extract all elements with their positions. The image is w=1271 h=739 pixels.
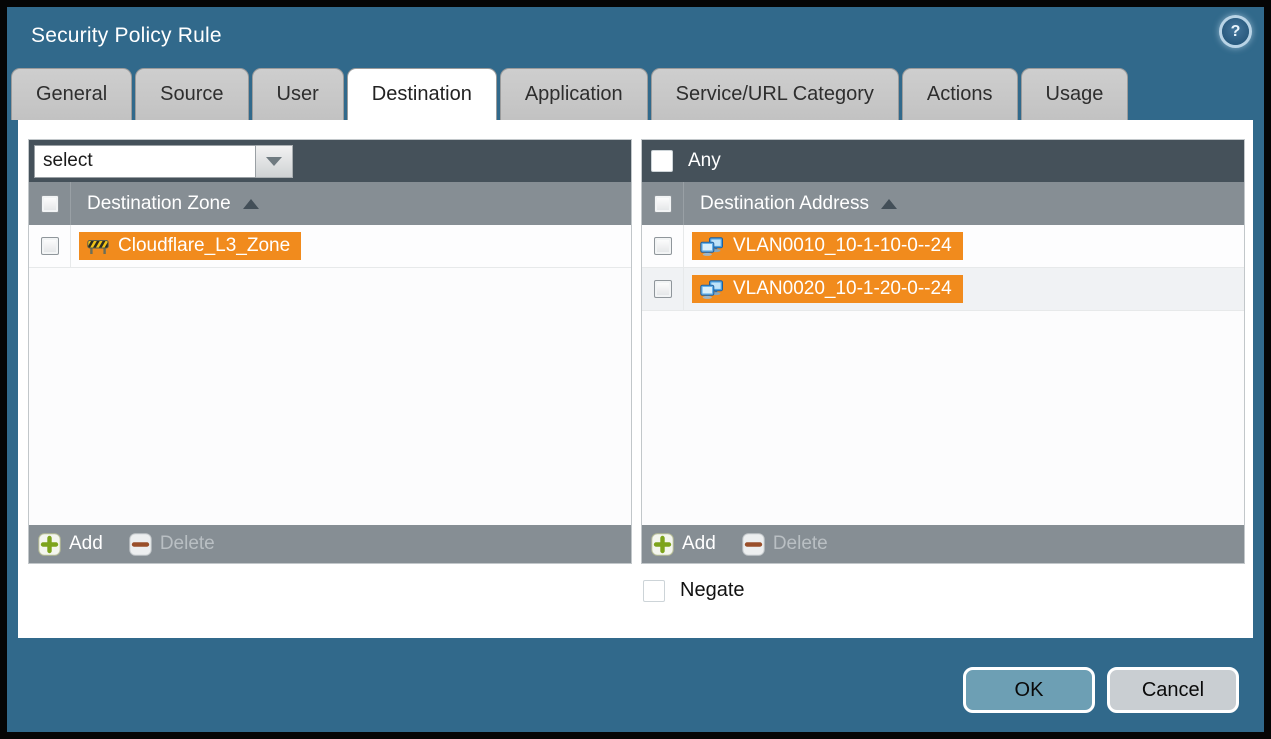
sort-ascending-icon[interactable] — [881, 199, 897, 209]
add-icon — [38, 533, 61, 556]
zone-select-all-checkbox[interactable] — [41, 195, 59, 213]
zone-list: Cloudflare_L3_Zone — [29, 225, 631, 525]
dialog-window: Security Policy Rule ? General Source Us… — [7, 7, 1264, 732]
address-row-checkbox[interactable] — [654, 237, 672, 255]
address-row-checkbox[interactable] — [654, 280, 672, 298]
add-button-label: Add — [682, 533, 716, 555]
negate-option: Negate — [643, 579, 745, 602]
zone-footer-toolbar: Add Delete — [29, 525, 631, 563]
negate-label: Negate — [680, 579, 745, 602]
any-checkbox[interactable] — [651, 150, 673, 172]
tab-service-url-category[interactable]: Service/URL Category — [651, 68, 899, 120]
table-row[interactable]: VLAN0020_10-1-20-0--24 — [642, 268, 1244, 311]
table-row[interactable]: VLAN0010_10-1-10-0--24 — [642, 225, 1244, 268]
page-title: Security Policy Rule — [31, 24, 222, 48]
destination-address-panel: Any Destination Address — [641, 139, 1245, 564]
zone-table-header: Destination Zone — [29, 182, 631, 225]
zone-select-dropdown-button[interactable] — [256, 145, 293, 178]
address-network-icon — [700, 280, 724, 299]
tab-bar: General Source User Destination Applicat… — [11, 68, 1128, 120]
zone-chip[interactable]: Cloudflare_L3_Zone — [79, 232, 301, 260]
table-row[interactable]: Cloudflare_L3_Zone — [29, 225, 631, 268]
tab-user[interactable]: User — [252, 68, 344, 120]
tab-actions[interactable]: Actions — [902, 68, 1018, 120]
address-select-all-checkbox[interactable] — [654, 195, 672, 213]
address-chip[interactable]: VLAN0010_10-1-10-0--24 — [692, 232, 963, 260]
address-column-header[interactable]: Destination Address — [700, 193, 869, 215]
zone-select-bar — [29, 140, 631, 182]
delete-button-label: Delete — [773, 533, 828, 555]
delete-button[interactable]: Delete — [742, 533, 828, 556]
delete-button-label: Delete — [160, 533, 215, 555]
any-bar: Any — [642, 140, 1244, 182]
delete-icon — [742, 533, 765, 556]
zone-header-checkbox-cell — [29, 182, 71, 225]
address-name: VLAN0010_10-1-10-0--24 — [733, 235, 952, 257]
address-network-icon — [700, 237, 724, 256]
address-list: VLAN0010_10-1-10-0--24 — [642, 225, 1244, 525]
sort-ascending-icon[interactable] — [243, 199, 259, 209]
zone-row-checkbox[interactable] — [41, 237, 59, 255]
zone-column-header[interactable]: Destination Zone — [87, 193, 231, 215]
security-policy-rule-dialog: Security Policy Rule ? General Source Us… — [0, 0, 1271, 739]
address-header-checkbox-cell — [642, 182, 684, 225]
ok-button[interactable]: OK — [963, 667, 1095, 713]
tab-destination[interactable]: Destination — [347, 68, 497, 120]
add-button[interactable]: Add — [38, 533, 103, 556]
delete-button[interactable]: Delete — [129, 533, 215, 556]
address-name: VLAN0020_10-1-20-0--24 — [733, 278, 952, 300]
row-checkbox-cell — [29, 225, 71, 267]
tab-source[interactable]: Source — [135, 68, 248, 120]
add-button[interactable]: Add — [651, 533, 716, 556]
row-checkbox-cell — [642, 268, 684, 310]
destination-zone-panel: Destination Zone — [28, 139, 632, 564]
delete-icon — [129, 533, 152, 556]
add-button-label: Add — [69, 533, 103, 555]
address-table-header: Destination Address — [642, 182, 1244, 225]
address-footer-toolbar: Add Delete — [642, 525, 1244, 563]
tab-usage[interactable]: Usage — [1021, 68, 1129, 120]
zone-barrier-icon — [87, 238, 109, 255]
help-icon[interactable]: ? — [1222, 18, 1249, 45]
any-label: Any — [688, 150, 721, 172]
chevron-down-icon — [266, 157, 282, 166]
row-checkbox-cell — [642, 225, 684, 267]
address-chip[interactable]: VLAN0020_10-1-20-0--24 — [692, 275, 963, 303]
cancel-button[interactable]: Cancel — [1107, 667, 1239, 713]
zone-select-input[interactable] — [34, 145, 256, 178]
add-icon — [651, 533, 674, 556]
tab-content-destination: Destination Zone — [18, 120, 1253, 638]
tab-application[interactable]: Application — [500, 68, 648, 120]
zone-name: Cloudflare_L3_Zone — [118, 235, 290, 257]
negate-checkbox[interactable] — [643, 580, 665, 602]
tab-general[interactable]: General — [11, 68, 132, 120]
